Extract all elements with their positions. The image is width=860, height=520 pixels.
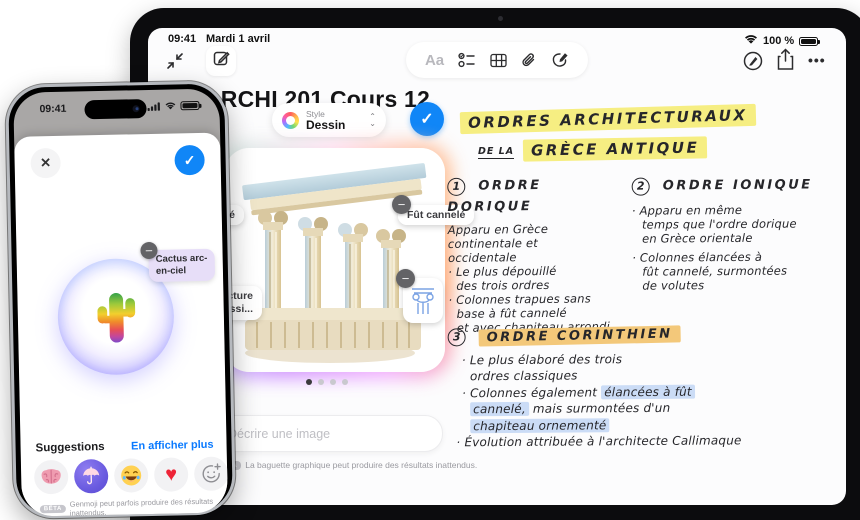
share-icon bbox=[776, 48, 795, 76]
checklist-button[interactable] bbox=[458, 52, 476, 68]
collapse-icon bbox=[166, 52, 184, 75]
suggestion-row: ♥ bbox=[34, 456, 228, 494]
pencil-tools-button[interactable] bbox=[742, 50, 764, 77]
image-page-indicator[interactable] bbox=[306, 379, 348, 385]
dynamic-island bbox=[84, 99, 146, 119]
add-emoji-suggestion[interactable] bbox=[194, 456, 228, 491]
column-sketch-icon bbox=[409, 285, 437, 317]
heart-icon: ♥ bbox=[165, 464, 177, 484]
style-picker-text: Style Dessin bbox=[306, 109, 345, 132]
laughing-emoji-suggestion[interactable] bbox=[114, 458, 149, 493]
wifi-icon bbox=[744, 32, 758, 50]
close-icon: ✕ bbox=[40, 155, 51, 171]
laughing-face-icon bbox=[120, 464, 142, 486]
check-icon: ✓ bbox=[420, 109, 433, 129]
rainbow-cactus-genmoji bbox=[89, 288, 142, 345]
image-playground-icon bbox=[282, 112, 299, 129]
ipad-status-date: Mardi 1 avril bbox=[206, 33, 270, 45]
section-number: 2 bbox=[632, 177, 650, 195]
handwritten-main-title-line1: ORDRES ARCHITECTURAUX bbox=[460, 104, 756, 134]
ipad-camera bbox=[498, 16, 503, 21]
more-button[interactable]: ••• bbox=[808, 52, 826, 68]
accept-image-button[interactable]: ✓ bbox=[410, 102, 444, 136]
ipad-device: 09:41 Mardi 1 avril 100 % bbox=[130, 8, 860, 520]
genmoji-label[interactable]: Cactus arc-en-ciel bbox=[148, 249, 215, 282]
remove-image-button[interactable]: − bbox=[396, 269, 415, 288]
remove-tag-button[interactable]: − bbox=[392, 195, 411, 214]
iphone-screen: 09:41 ✕ ✓ bbox=[13, 89, 228, 517]
section-ionic: 2 ORDRE IONIQUE · Apparu en même temps q… bbox=[632, 173, 833, 292]
screenshot-stage: 09:41 Mardi 1 avril 100 % bbox=[0, 0, 860, 520]
handwritten-main-title-line2: DE LA GRÈCE ANTIQUE bbox=[478, 138, 707, 160]
battery-percent: 100 % bbox=[763, 35, 794, 47]
show-more-link[interactable]: En afficher plus bbox=[131, 439, 214, 453]
chevron-up-down-icon: ⌃ ⌄ bbox=[369, 113, 376, 127]
close-button[interactable]: ✕ bbox=[30, 148, 61, 179]
signal-icon bbox=[147, 102, 160, 111]
suggestions-title: Suggestions bbox=[35, 441, 104, 454]
generated-image[interactable] bbox=[225, 148, 445, 372]
format-toolbar: Aa bbox=[406, 42, 588, 78]
style-picker-value: Dessin bbox=[306, 119, 345, 132]
markup-scribble-button[interactable] bbox=[551, 52, 569, 69]
ipad-status-time: 09:41 bbox=[168, 33, 196, 45]
section-number: 3 bbox=[448, 328, 466, 346]
confirm-genmoji-button[interactable]: ✓ bbox=[174, 145, 205, 176]
beta-badge: BÊTA bbox=[40, 505, 66, 514]
brain-icon bbox=[40, 468, 62, 486]
iphone-status-right bbox=[147, 101, 199, 111]
table-button[interactable] bbox=[490, 53, 507, 68]
section-title: ORDRE IONIQUE bbox=[663, 177, 813, 193]
minus-icon: − bbox=[145, 244, 153, 257]
pencil-circle-icon bbox=[742, 50, 764, 77]
battery-icon bbox=[799, 37, 818, 46]
minus-icon: − bbox=[402, 272, 410, 285]
style-picker-label: Style bbox=[306, 109, 345, 119]
attach-button[interactable] bbox=[521, 52, 537, 69]
minus-icon: − bbox=[398, 198, 406, 211]
iphone-device: 09:41 ✕ ✓ bbox=[5, 80, 236, 519]
umbrella-icon bbox=[81, 466, 101, 486]
wifi-icon bbox=[164, 101, 176, 110]
section-number: 1 bbox=[447, 177, 465, 195]
add-emoji-icon bbox=[200, 463, 222, 485]
share-button[interactable] bbox=[776, 48, 795, 76]
greek-columns-illustration bbox=[225, 148, 445, 372]
genmoji-sheet: ✕ ✓ bbox=[14, 133, 228, 517]
text-format-button[interactable]: Aa bbox=[425, 52, 444, 69]
section-title: ORDRE CORINTHIEN bbox=[479, 325, 681, 346]
style-picker[interactable]: Style Dessin ⌃ ⌄ bbox=[272, 103, 386, 137]
section-doric: 1 ORDRE DORIQUE Apparu en Grèce continen… bbox=[447, 173, 631, 334]
brain-emoji-suggestion[interactable] bbox=[34, 460, 69, 495]
check-icon: ✓ bbox=[184, 152, 196, 169]
image-prompt-input[interactable] bbox=[213, 415, 443, 452]
collapse-button[interactable] bbox=[160, 48, 190, 78]
image-wand-beta-note: BÊTA La baguette graphique peut produire… bbox=[214, 460, 477, 470]
compose-icon bbox=[213, 50, 230, 72]
heart-emoji-suggestion[interactable]: ♥ bbox=[154, 457, 189, 492]
umbrella-emoji-suggestion-selected[interactable] bbox=[74, 459, 109, 494]
section-corinthian: 3 ORDRE CORINTHIEN · Le plus élaboré des… bbox=[448, 323, 846, 451]
battery-icon bbox=[180, 101, 199, 110]
ipad-screen: 09:41 Mardi 1 avril 100 % bbox=[148, 28, 846, 505]
iphone-status-time: 09:41 bbox=[39, 103, 66, 116]
compose-button[interactable] bbox=[206, 46, 236, 76]
